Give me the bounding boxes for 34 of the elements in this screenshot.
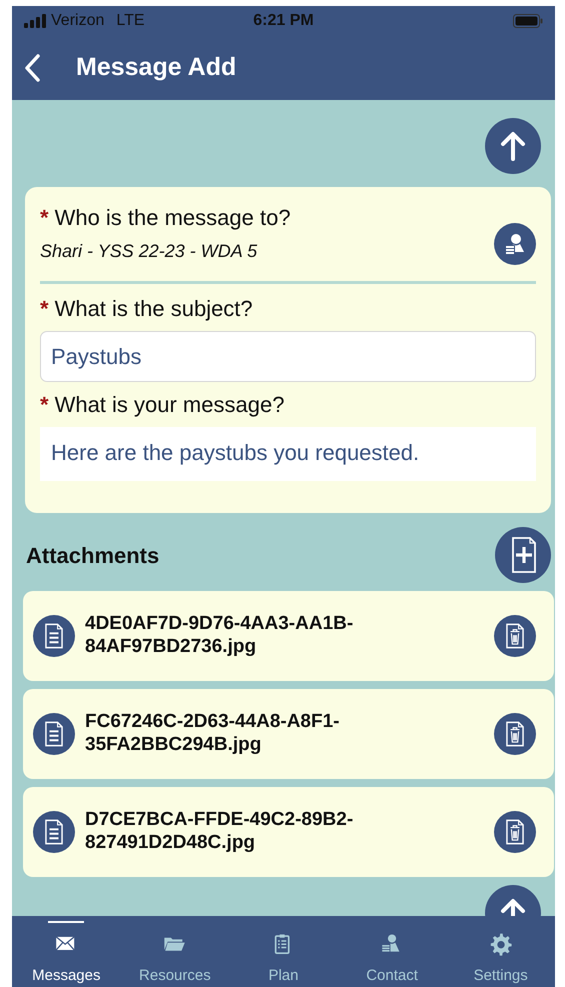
field-label: * Who is the message to? [40, 204, 291, 232]
required-mark: * [40, 392, 49, 417]
battery-icon [513, 14, 543, 28]
tab-button[interactable]: Plan [229, 916, 338, 987]
page-title: Message Add [76, 52, 236, 84]
delete-button[interactable] [494, 713, 536, 755]
delete-button[interactable] [494, 615, 536, 657]
delete-button[interactable] [494, 811, 536, 853]
required-mark: * [40, 296, 49, 321]
tab-button[interactable]: Settings [446, 916, 555, 987]
status-time: 6:21 PM [253, 11, 314, 31]
subject-field[interactable]: Paystubs [40, 331, 536, 382]
back-button[interactable] [24, 54, 40, 82]
tab-button[interactable]: Messages [12, 916, 121, 987]
document-icon [33, 811, 75, 853]
signal-icon [24, 14, 46, 28]
field-label: * What is the subject? [40, 295, 254, 323]
tab-button[interactable]: Contact [338, 916, 446, 987]
arrow-up-icon [500, 131, 526, 161]
message-field[interactable]: Here are the paystubs you requested. [40, 427, 536, 481]
network-label: LTE [116, 11, 145, 31]
document-icon [33, 615, 75, 657]
field-label: * What is your message? [40, 391, 286, 419]
contact-picker-button[interactable] [494, 223, 536, 265]
carrier-label: Verizon [51, 11, 104, 31]
section-title: Attachments [26, 542, 160, 570]
required-mark: * [40, 205, 49, 230]
recipient-value: Shari - YSS 22-23 - WDA 5 [40, 240, 258, 263]
contact-icon [503, 232, 527, 256]
attachment-filename: 4DE0AF7D-9D76-4AA3-AA1B-84AF97BD2736.jpg [85, 613, 354, 659]
tab-button[interactable]: Resources [120, 916, 230, 987]
attachment-filename: FC67246C-2D63-44A8-A8F1-35FA2BBC294B.jpg [85, 711, 340, 757]
attachment-filename: D7CE7BCA-FFDE-49C2-89B2-827491D2D48C.jpg [85, 809, 354, 855]
document-icon [33, 713, 75, 755]
